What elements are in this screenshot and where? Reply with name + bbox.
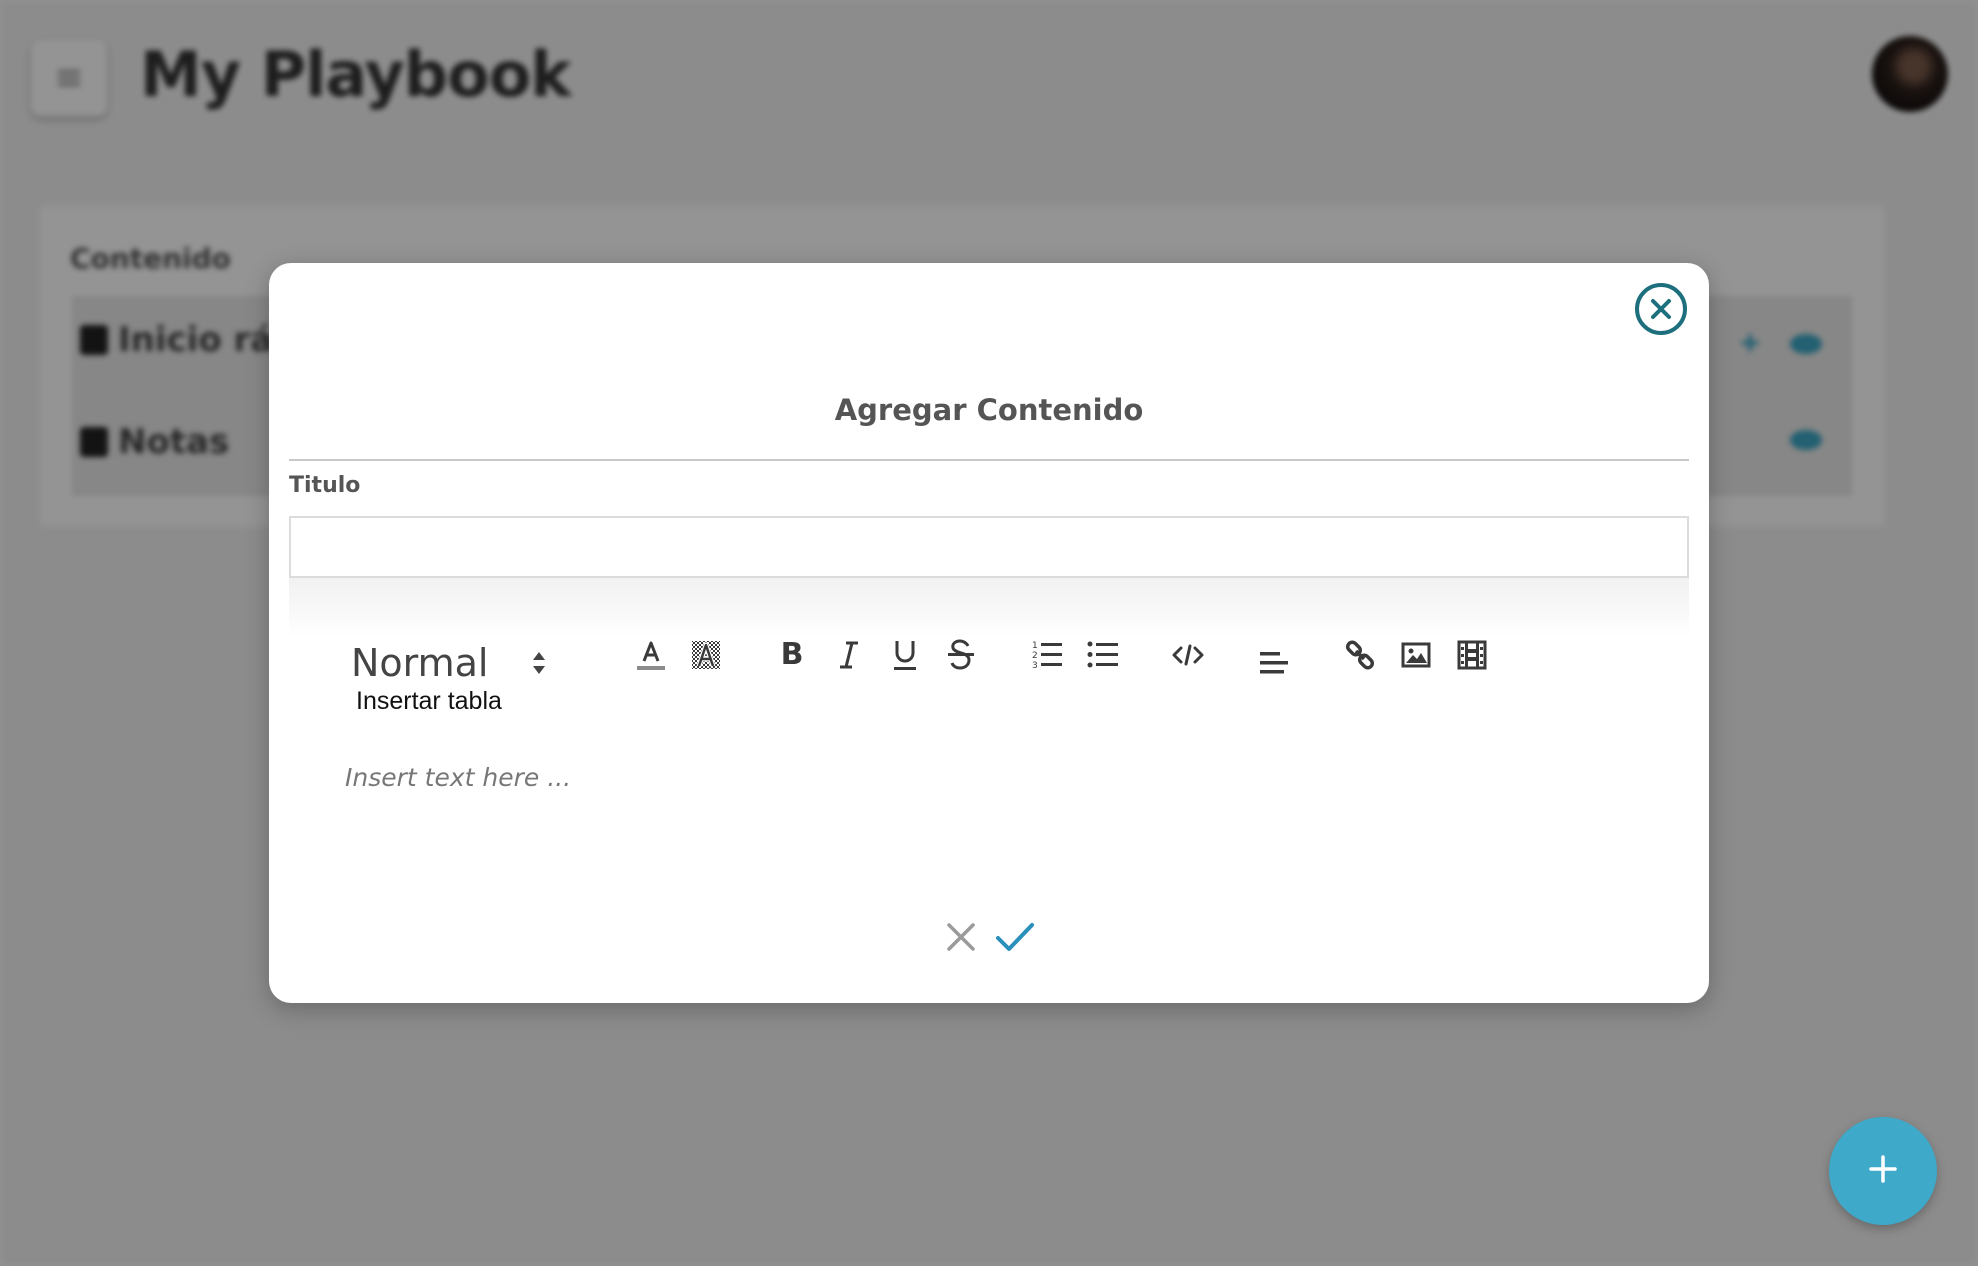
title-field-label: Titulo	[289, 473, 361, 498]
divider	[289, 459, 1689, 461]
input-shadow	[289, 578, 1689, 638]
modal-title: Agregar Contenido	[834, 393, 1144, 427]
link-button[interactable]	[1340, 635, 1380, 675]
add-fab-button[interactable]	[1829, 1117, 1937, 1225]
confirm-button[interactable]	[993, 917, 1037, 961]
image-icon	[1401, 641, 1431, 669]
underline-button[interactable]	[885, 635, 925, 675]
modal-close-button[interactable]	[1635, 283, 1687, 335]
italic-button[interactable]	[829, 635, 869, 675]
bold-button[interactable]: B	[772, 635, 812, 675]
align-left-icon	[1258, 649, 1290, 677]
title-input[interactable]	[289, 516, 1689, 578]
highlight-icon	[689, 638, 723, 672]
cancel-button[interactable]	[939, 917, 983, 961]
unordered-list-button[interactable]	[1083, 635, 1123, 675]
select-arrows-icon	[531, 650, 547, 676]
bold-icon: B	[780, 637, 804, 672]
check-icon	[995, 921, 1035, 958]
strikethrough-icon	[946, 638, 976, 672]
highlight-button[interactable]	[686, 635, 726, 675]
rich-text-editor[interactable]: Insert text here ...	[345, 753, 1645, 873]
font-color-button[interactable]	[631, 635, 671, 675]
video-icon	[1457, 640, 1487, 670]
ordered-list-icon: 1 2 3	[1031, 639, 1063, 671]
link-icon	[1344, 639, 1376, 671]
underline-icon	[891, 638, 919, 672]
code-button[interactable]	[1168, 635, 1208, 675]
close-icon	[945, 921, 977, 958]
format-select-value: Normal	[351, 641, 489, 685]
add-content-modal: Agregar Contenido Titulo Normal B 1 2 3 …	[269, 263, 1709, 1003]
align-button[interactable]	[1254, 643, 1294, 683]
strikethrough-button[interactable]	[941, 635, 981, 675]
svg-text:3: 3	[1032, 661, 1038, 671]
svg-text:2: 2	[1032, 651, 1038, 661]
video-button[interactable]	[1452, 635, 1492, 675]
code-icon	[1172, 643, 1204, 667]
unordered-list-icon	[1087, 639, 1119, 671]
italic-icon	[836, 640, 862, 670]
svg-text:1: 1	[1032, 641, 1038, 651]
editor-placeholder: Insert text here ...	[345, 763, 572, 792]
font-color-icon	[635, 637, 667, 673]
editor-toolbar: Normal B 1 2 3 Insertar tabla	[269, 263, 1709, 1003]
ordered-list-button[interactable]: 1 2 3	[1027, 635, 1067, 675]
image-button[interactable]	[1396, 635, 1436, 675]
plus-icon	[1868, 1154, 1898, 1189]
format-select[interactable]: Normal	[351, 636, 591, 690]
close-circle-icon	[1650, 298, 1672, 320]
insert-table-button[interactable]: Insertar tabla	[356, 687, 502, 716]
